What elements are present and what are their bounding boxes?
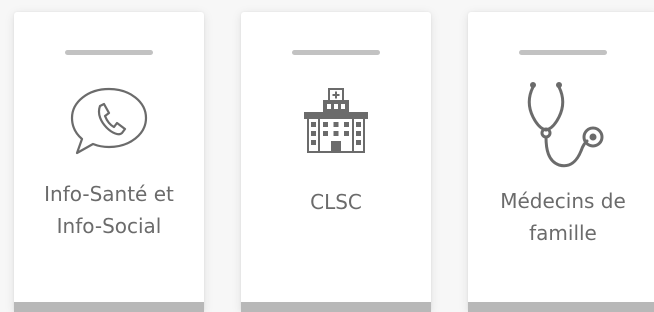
card-top-bar — [292, 50, 380, 55]
hospital-building-icon — [301, 87, 371, 157]
card-label-line: CLSC — [310, 190, 362, 214]
card-info-sante[interactable]: Info-Santé et Info-Social — [14, 12, 204, 312]
card-label: Médecins de famille — [476, 185, 650, 249]
service-cards: Info-Santé et Info-Social CLSC Médecins … — [0, 0, 654, 312]
card-top-bar — [519, 50, 607, 55]
card-top-bar — [65, 50, 153, 55]
stethoscope-icon — [515, 77, 611, 173]
card-label: CLSC — [249, 186, 423, 218]
card-medecins-famille[interactable]: Médecins de famille — [468, 12, 654, 312]
card-label-line: Médecins de — [500, 189, 626, 213]
card-bottom-bar — [468, 302, 654, 312]
card-label-line: Info-Santé et — [44, 182, 174, 206]
card-label: Info-Santé et Info-Social — [22, 178, 196, 242]
card-bottom-bar — [14, 302, 204, 312]
card-label-line: famille — [529, 221, 597, 245]
phone-speech-bubble-icon — [67, 81, 151, 165]
card-bottom-bar — [241, 302, 431, 312]
card-clsc[interactable]: CLSC — [241, 12, 431, 312]
card-label-line: Info-Social — [56, 214, 162, 238]
